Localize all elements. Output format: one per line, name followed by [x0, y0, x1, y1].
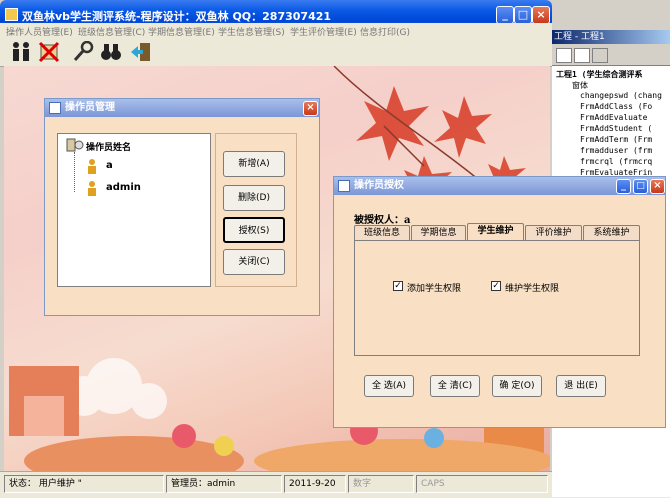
settings-wrench-icon[interactable] [72, 41, 94, 63]
exit-button[interactable]: 退 出(E) [556, 375, 606, 397]
status-num: 数字 [348, 475, 414, 493]
tree-item-forms[interactable]: 窗体 [572, 80, 588, 91]
menu-evaluate[interactable]: 学生评价管理(E) [290, 25, 357, 38]
tree-item[interactable]: frmadduser (frm [580, 146, 652, 155]
user-admin-icon [88, 181, 96, 196]
tab-student-maintain[interactable]: 学生维护 [467, 223, 524, 240]
operator-dialog: 操作员管理 × 操作员姓名 a admin 新增(A) 删除(D) 授权(S) … [44, 98, 320, 316]
tree-item[interactable]: FrmAddTerm (Frm [580, 135, 652, 144]
status-operator: 管理员：admin [166, 475, 282, 493]
main-title: 双鱼林vb学生测评系统-程序设计：双鱼林 QQ：287307421 [22, 10, 332, 23]
exit-icon[interactable] [130, 41, 152, 63]
add-operator-button[interactable]: 新增(A) [223, 151, 285, 177]
status-date: 2011-9-20 [284, 475, 346, 493]
menu-print[interactable]: 信息打印(G) [360, 25, 410, 38]
menu-class[interactable]: 班级信息管理(C) [78, 25, 145, 38]
tree-item[interactable]: FrmAddEvaluate [580, 113, 647, 122]
confirm-button[interactable]: 确 定(O) [492, 375, 542, 397]
auth-minimize-button[interactable]: _ [616, 179, 631, 194]
operator-tree[interactable]: 操作员姓名 a admin [57, 133, 211, 287]
users-icon[interactable] [10, 41, 32, 63]
minimize-button[interactable]: _ [496, 6, 514, 24]
delete-user-icon[interactable] [38, 41, 60, 63]
tab-evaluate-maintain[interactable]: 评价维护 [525, 225, 582, 240]
operator-tree-root[interactable]: 操作员姓名 [86, 140, 131, 153]
search-binoculars-icon[interactable] [100, 41, 122, 63]
auth-maximize-button[interactable]: □ [633, 179, 648, 194]
clear-all-button[interactable]: 全 清(C) [430, 375, 480, 397]
auth-tab-panel: ✓ 添加学生权限 ✓ 维护学生权限 [354, 240, 640, 356]
view-code-icon[interactable] [556, 48, 572, 63]
project-explorer-toolbar [550, 45, 670, 66]
close-button[interactable]: × [532, 6, 550, 24]
select-all-button[interactable]: 全 选(A) [364, 375, 414, 397]
maintain-student-permission-checkbox[interactable]: ✓ [491, 281, 501, 291]
tree-item[interactable]: frmcrql (frmcrq [580, 157, 652, 166]
grantee-label: 被授权人：a [354, 215, 411, 226]
toolbar [0, 38, 552, 67]
dialog-icon [49, 102, 61, 114]
auth-dialog: 操作员授权 _ □ × 被授权人：a 班级信息 学期信息 学生维护 评价维护 系… [333, 176, 666, 428]
tab-system-maintain[interactable]: 系统维护 [583, 225, 640, 240]
auth-tab-strip: 班级信息 学期信息 学生维护 评价维护 系统维护 [354, 223, 640, 241]
menu-term[interactable]: 学期信息管理(E) [148, 25, 215, 38]
menu-student[interactable]: 学生信息管理(S) [218, 25, 285, 38]
tree-item[interactable]: FrmAddClass (Fo [580, 102, 652, 111]
operator-item-admin[interactable]: admin [106, 182, 141, 193]
authorize-operator-button[interactable]: 授权(S) [223, 217, 285, 243]
tree-item[interactable]: FrmAddStudent ( [580, 124, 652, 133]
tab-term-info[interactable]: 学期信息 [411, 225, 466, 240]
app-icon [5, 8, 18, 21]
tree-item[interactable]: changepswd (chang [580, 91, 662, 100]
dialog-icon [338, 180, 350, 192]
operator-item-a[interactable]: a [106, 160, 113, 171]
tab-class-info[interactable]: 班级信息 [354, 225, 410, 240]
operator-dialog-titlebar[interactable]: 操作员管理 [45, 99, 319, 117]
project-explorer-title: 工程 - 工程1 [550, 30, 670, 44]
toggle-folders-icon[interactable] [592, 48, 608, 63]
add-student-permission-label: 添加学生权限 [407, 284, 462, 294]
tree-connector [74, 152, 76, 192]
auth-close-button[interactable]: × [650, 179, 665, 194]
user-a-icon [88, 159, 96, 174]
close-operator-button[interactable]: 关闭(C) [223, 249, 285, 275]
status-bar: 状态： 用户维护 " 管理员：admin 2011-9-20 数字 CAPS [0, 471, 552, 498]
status-caps: CAPS [416, 475, 548, 493]
menubar: 操作人员管理(E) 班级信息管理(C) 学期信息管理(E) 学生信息管理(S) … [0, 23, 552, 38]
menu-operator[interactable]: 操作人员管理(E) [6, 25, 73, 38]
maintain-student-permission-label: 维护学生权限 [505, 284, 560, 294]
maximize-button[interactable]: □ [514, 6, 532, 24]
add-student-permission-checkbox[interactable]: ✓ [393, 281, 403, 291]
delete-operator-button[interactable]: 删除(D) [223, 185, 285, 211]
operator-group-icon [66, 138, 84, 152]
tree-item-project[interactable]: 工程1 (学生综合测评系 [556, 69, 642, 80]
operator-dialog-close-button[interactable]: × [303, 101, 318, 116]
auth-dialog-title: 操作员授权 [354, 180, 404, 191]
operator-dialog-title: 操作员管理 [65, 102, 115, 113]
status-state: 状态： 用户维护 " [4, 475, 164, 493]
view-object-icon[interactable] [574, 48, 590, 63]
